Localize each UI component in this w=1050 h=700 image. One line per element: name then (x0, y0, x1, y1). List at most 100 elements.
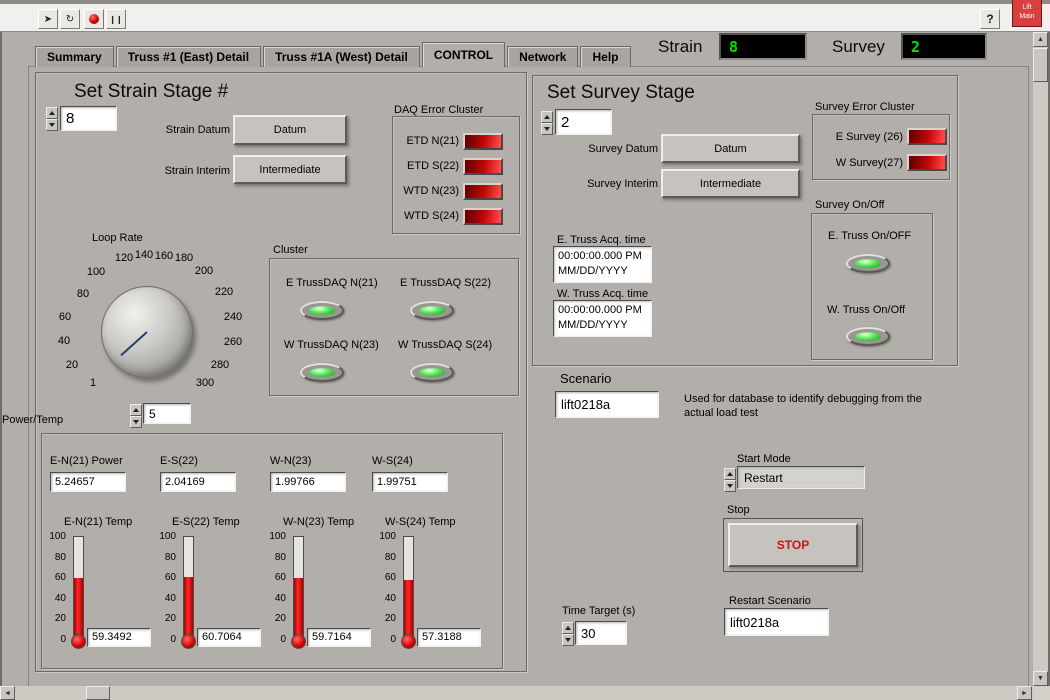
scale-tick: 20 (376, 614, 396, 624)
knob-tick-label: 260 (224, 336, 242, 348)
knob-tick-label: 140 (135, 249, 153, 261)
strain-interim-button[interactable]: Intermediate (233, 155, 347, 184)
scale-tick: 40 (156, 594, 176, 604)
survey-datum-label: Survey Datum (561, 143, 658, 156)
scroll-down-icon[interactable]: ▼ (1033, 671, 1048, 686)
vertical-scroll-thumb[interactable] (1033, 48, 1048, 82)
daq-led-label: ETD N(21) (397, 135, 459, 148)
survey-led-label: E Survey (26) (817, 131, 903, 144)
tab-bar: Summary Truss #1 (East) Detail Truss #1A… (35, 42, 633, 67)
strain-stage-decrement-icon[interactable] (46, 119, 58, 131)
power-value-display: 2.04169 (160, 472, 236, 492)
run-button[interactable]: ➤ (38, 9, 58, 29)
knob-tick-label: 280 (211, 359, 229, 371)
e-truss-onoff-label: E. Truss On/OFF (828, 230, 911, 243)
loop-rate-increment-icon[interactable] (130, 404, 142, 416)
cluster-led-label: E TrussDAQ N(21) (286, 277, 378, 290)
pause-button[interactable]: ❙❙ (106, 9, 126, 29)
loop-rate-decrement-icon[interactable] (130, 416, 142, 428)
run-continuous-button[interactable]: ↻ (60, 9, 80, 29)
stop-button-frame: STOP (723, 518, 863, 572)
strain-datum-button[interactable]: Datum (233, 115, 347, 145)
tab-summary[interactable]: Summary (35, 46, 114, 67)
abort-button[interactable] (84, 9, 104, 29)
start-mode-label: Start Mode (737, 453, 791, 466)
strain-stage-display: 8 (719, 33, 807, 60)
strain-stage-increment-icon[interactable] (46, 107, 58, 119)
strain-stage-input[interactable] (60, 106, 117, 131)
time-target-decrement-icon[interactable] (562, 634, 574, 646)
start-mode-decrement-icon[interactable] (724, 480, 736, 492)
start-mode-stepper[interactable] (724, 468, 736, 488)
time-target-input[interactable] (575, 621, 627, 645)
tab-truss1a-west-detail[interactable]: Truss #1A (West) Detail (263, 46, 420, 67)
loop-rate-stepper[interactable] (130, 404, 142, 424)
knob-tick-label: 1 (90, 377, 96, 389)
power-label: W-N(23) (270, 455, 311, 468)
time-target-stepper[interactable] (562, 622, 574, 644)
set-survey-stage-panel: Set Survey Stage Survey Datum Datum Surv… (532, 75, 958, 366)
knob-tick-label: 220 (215, 286, 233, 298)
survey-interim-button[interactable]: Intermediate (661, 169, 800, 198)
e-trussdaq-n21-led[interactable] (300, 301, 344, 320)
w-truss-acq-time-display: 00:00:00.000 PM MM/DD/YYYY (553, 300, 652, 337)
w-truss-onoff-switch[interactable] (846, 327, 890, 346)
survey-stage-increment-icon[interactable] (541, 111, 553, 123)
survey-datum-button[interactable]: Datum (661, 134, 800, 163)
survey-stage-input[interactable] (555, 109, 612, 135)
lift-main-badge: Lift Main (1012, 0, 1042, 27)
survey-stage-decrement-icon[interactable] (541, 123, 553, 135)
scroll-right-icon[interactable]: ► (1017, 686, 1032, 700)
scale-tick: 40 (46, 594, 66, 604)
help-button[interactable]: ? (980, 9, 1000, 29)
thermometer-bulb (181, 634, 196, 649)
thermometer-w-s24: 100 80 60 40 20 0 57.3188 (376, 532, 482, 664)
strain-stage-value: 8 (729, 38, 738, 56)
tab-network[interactable]: Network (507, 46, 578, 67)
stop-label: Stop (727, 504, 750, 517)
power-label: E-S(22) (160, 455, 198, 468)
scale-tick: 80 (266, 553, 286, 563)
start-mode-increment-icon[interactable] (724, 468, 736, 480)
tab-truss1-east-detail[interactable]: Truss #1 (East) Detail (116, 46, 261, 67)
scale-tick: 100 (156, 532, 176, 542)
daq-error-cluster: ETD N(21) ETD S(22) WTD N(23) WTD S(24) (392, 116, 520, 234)
scale-tick: 100 (266, 532, 286, 542)
power-label: W-S(24) (372, 455, 413, 468)
scale-tick: 60 (266, 573, 286, 583)
time-target-label: Time Target (s) (562, 605, 635, 618)
e-trussdaq-s22-led[interactable] (410, 301, 454, 320)
e-truss-onoff-switch[interactable] (846, 254, 890, 273)
badge-line1: Lift (1013, 3, 1041, 12)
horizontal-scrollbar[interactable]: ◄ ► (0, 686, 1033, 700)
scale-tick: 20 (156, 614, 176, 624)
power-temp-box: E-N(21) Power E-S(22) W-N(23) W-S(24) 5.… (41, 433, 503, 669)
horizontal-scroll-thumb[interactable] (86, 686, 110, 700)
help-icon: ? (986, 12, 993, 26)
stop-button[interactable]: STOP (728, 523, 858, 567)
survey-stage-value: 2 (911, 38, 920, 56)
survey-stage-stepper[interactable] (541, 111, 553, 135)
knob-tick-label: 180 (175, 252, 193, 264)
strain-indicator-label: Strain (658, 37, 702, 57)
restart-scenario-input[interactable] (724, 608, 829, 636)
scroll-left-icon[interactable]: ◄ (0, 686, 15, 700)
acq-date: MM/DD/YYYY (558, 318, 651, 333)
scale-tick: 0 (46, 635, 66, 645)
survey-on-off-title: Survey On/Off (815, 199, 885, 212)
scroll-up-icon[interactable]: ▲ (1033, 32, 1048, 47)
vertical-scrollbar[interactable]: ▲ ▼ (1033, 32, 1048, 686)
survey-error-cluster-title: Survey Error Cluster (815, 101, 915, 114)
scenario-input[interactable] (555, 391, 659, 418)
daq-led-label: WTD S(24) (397, 210, 459, 223)
start-mode-ring[interactable]: Restart (737, 466, 865, 489)
strain-stage-stepper[interactable] (46, 107, 58, 131)
loop-rate-input[interactable] (143, 403, 191, 424)
knob-tick-label: 60 (59, 311, 71, 323)
time-target-increment-icon[interactable] (562, 622, 574, 634)
w-trussdaq-n23-led[interactable] (300, 363, 344, 382)
w-trussdaq-s24-led[interactable] (410, 363, 454, 382)
tab-control[interactable]: CONTROL (422, 42, 505, 67)
temp-label: W-S(24) Temp (385, 516, 456, 529)
tab-help[interactable]: Help (580, 46, 630, 67)
